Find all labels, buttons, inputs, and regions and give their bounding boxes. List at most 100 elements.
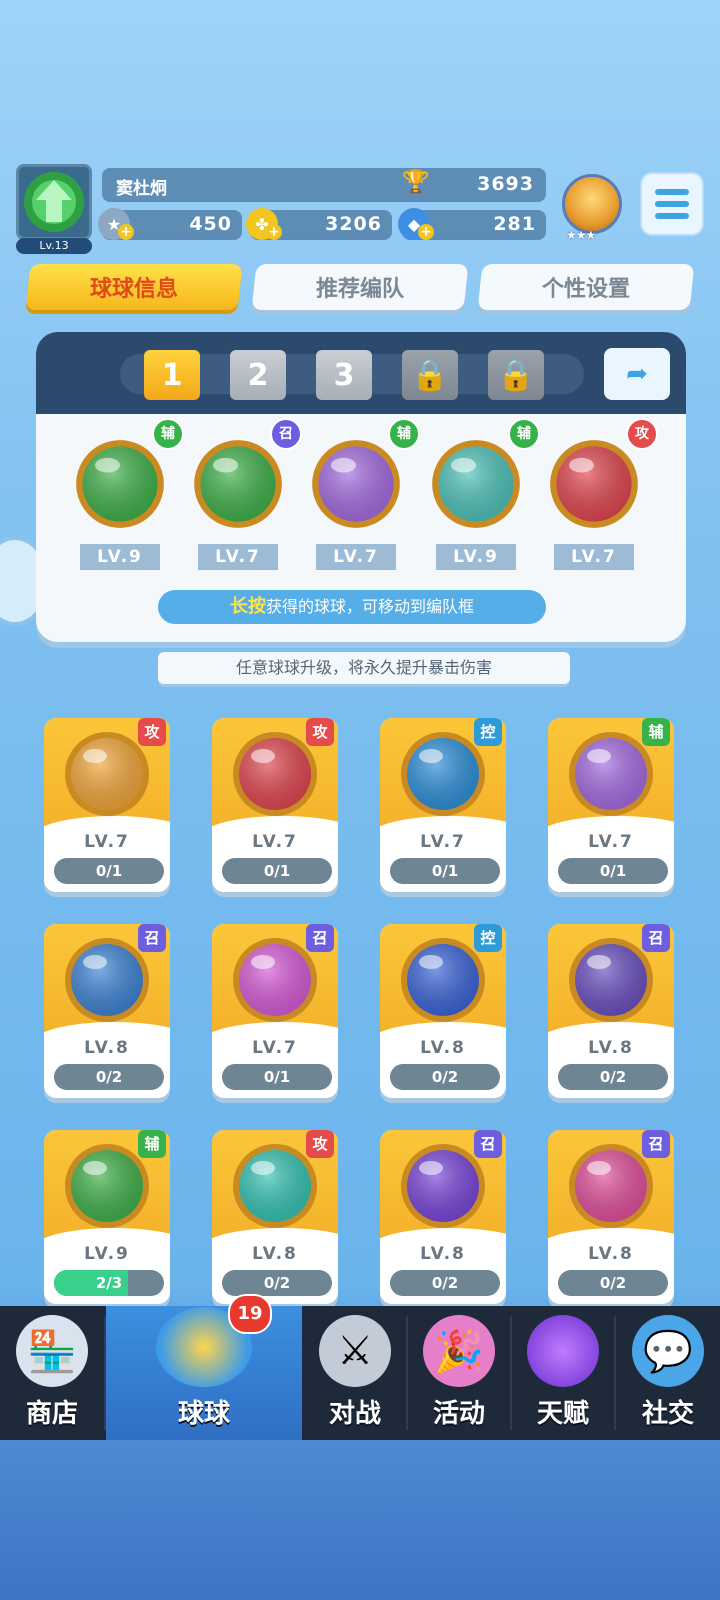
team-slot-2[interactable]: 2 (230, 350, 286, 400)
ball-card[interactable]: 召 LV.8 0/2 (548, 1130, 674, 1304)
team-ball-icon (194, 440, 282, 528)
team-ball[interactable] (308, 436, 404, 532)
team-slot-1[interactable]: 1 (144, 350, 200, 400)
team-ball-icon (76, 440, 164, 528)
player-info-bar[interactable]: 窦杜炯 🏆 3693 (102, 168, 546, 202)
nav-shop[interactable]: 🏪 商店 (0, 1306, 104, 1440)
crossed-swords-icon: ⚔ (319, 1315, 391, 1387)
menu-icon (655, 189, 689, 195)
stamina-value: 450 (189, 213, 232, 235)
team-slot-locked-4[interactable]: 🔒 (402, 350, 458, 400)
team-ball-level: LV.9 (436, 544, 516, 570)
progress-text: 0/1 (95, 862, 123, 880)
tab-ball-info[interactable]: 球球信息 (25, 264, 243, 310)
team-ball-icon (312, 440, 400, 528)
gold-value: 3206 (325, 213, 382, 235)
progress-text: 0/1 (599, 862, 627, 880)
player-name: 窦杜炯 (116, 179, 167, 199)
team-slot-3[interactable]: 3 (316, 350, 372, 400)
nav-talent[interactable]: 天赋 (512, 1306, 614, 1440)
trophy-count: 3693 (477, 173, 534, 195)
upgrade-progress: 0/1 (222, 858, 332, 884)
rank-stars-icon: ★★★ (566, 228, 596, 242)
ball-card[interactable]: 召 LV.7 0/1 (212, 924, 338, 1098)
player-avatar[interactable] (16, 164, 92, 240)
tab-recommended-team[interactable]: 推荐编队 (251, 264, 469, 310)
nav-talent-label: 天赋 (536, 1399, 589, 1429)
team-ball-level: LV.7 (198, 544, 278, 570)
nav-events[interactable]: 🎉 活动 (408, 1306, 510, 1440)
diamond-resource[interactable]: ◆ + 281 (398, 208, 546, 240)
ball-level: LV.7 (420, 832, 466, 852)
add-diamond-icon[interactable]: + (418, 224, 434, 240)
add-stamina-icon[interactable]: + (118, 224, 134, 240)
party-popper-icon: 🎉 (423, 1315, 495, 1387)
nav-social-label: 社交 (641, 1399, 694, 1429)
share-button[interactable]: ➦ (604, 348, 670, 400)
team-slot-header: 1 2 3 🔒 🔒 ➦ (36, 332, 686, 414)
progress-text: 0/2 (431, 1068, 459, 1086)
ball-card[interactable]: 辅 LV.7 0/1 (548, 718, 674, 892)
ball-card[interactable]: 召 LV.8 0/2 (44, 924, 170, 1098)
upgrade-progress: 2/3 (54, 1270, 164, 1296)
team-ball[interactable] (72, 436, 168, 532)
team-ball[interactable] (428, 436, 524, 532)
ball-type-badge: 控 (474, 718, 502, 746)
ball-card[interactable]: 攻 LV.8 0/2 (212, 1130, 338, 1304)
menu-button[interactable] (640, 172, 704, 236)
progress-text: 0/2 (263, 1274, 291, 1292)
ball-level: LV.9 (84, 1244, 130, 1264)
stamina-resource[interactable]: ★ + 450 (98, 208, 242, 240)
upgrade-progress: 0/1 (558, 858, 668, 884)
rank-medal-icon[interactable] (562, 174, 622, 234)
ball-card[interactable]: 攻 LV.7 0/1 (212, 718, 338, 892)
ball-card[interactable]: 召 LV.8 0/2 (380, 1130, 506, 1304)
ball-card[interactable]: 控 LV.8 0/2 (380, 924, 506, 1098)
progress-text: 0/1 (431, 862, 459, 880)
ball-card[interactable]: 控 LV.7 0/1 (380, 718, 506, 892)
ball-type-badge: 控 (474, 924, 502, 952)
ball-card[interactable]: 攻 LV.7 0/1 (44, 718, 170, 892)
upgrade-progress: 0/2 (390, 1270, 500, 1296)
upgrade-banner: 任意球球升级，将永久提升暴击伤害 (158, 652, 570, 684)
tab-personal-settings[interactable]: 个性设置 (477, 264, 695, 310)
team-ball[interactable] (546, 436, 642, 532)
ball-type-badge: 辅 (138, 1130, 166, 1158)
tab-recommended-team-label: 推荐编队 (315, 277, 404, 302)
ball-type-badge: 召 (138, 924, 166, 952)
team-ball-icon (550, 440, 638, 528)
lock-icon: 🔒 (411, 357, 449, 393)
ball-level: LV.8 (420, 1244, 466, 1264)
progress-text: 0/1 (263, 862, 291, 880)
ball-type-badge: 攻 (306, 718, 334, 746)
nav-battle[interactable]: ⚔ 对战 (304, 1306, 406, 1440)
planet-icon (527, 1315, 599, 1387)
upgrade-progress: 0/2 (222, 1270, 332, 1296)
ball-card[interactable]: 辅 LV.9 2/3 (44, 1130, 170, 1304)
player-level: Lv.13 (16, 238, 92, 254)
add-gold-icon[interactable]: + (266, 224, 282, 240)
ball-level: LV.8 (420, 1038, 466, 1058)
team-ball[interactable] (190, 436, 286, 532)
ball-type-badge: 召 (642, 924, 670, 952)
nav-social[interactable]: 💬 社交 (616, 1306, 720, 1440)
team-ball-level: LV.9 (80, 544, 160, 570)
upgrade-progress: 0/2 (54, 1064, 164, 1090)
ball-card[interactable]: 召 LV.8 0/2 (548, 924, 674, 1098)
ball-level: LV.7 (252, 1038, 298, 1058)
ball-type-badge: 召 (306, 924, 334, 952)
share-icon: ➦ (626, 359, 648, 389)
ball-type-badge: 辅 (152, 418, 184, 450)
upgrade-progress: 0/2 (558, 1270, 668, 1296)
progress-text: 0/2 (95, 1068, 123, 1086)
ball-type-badge: 攻 (306, 1130, 334, 1158)
team-slot-locked-5[interactable]: 🔒 (488, 350, 544, 400)
nav-balls-label: 球球 (177, 1399, 230, 1429)
ball-type-badge: 召 (642, 1130, 670, 1158)
ball-level: LV.8 (84, 1038, 130, 1058)
gold-resource[interactable]: ✤ + 3206 (246, 208, 392, 240)
nav-balls[interactable]: 球球 (106, 1306, 302, 1440)
team-ball-level: LV.7 (554, 544, 634, 570)
ball-type-badge: 辅 (508, 418, 540, 450)
diamond-value: 281 (493, 213, 536, 235)
